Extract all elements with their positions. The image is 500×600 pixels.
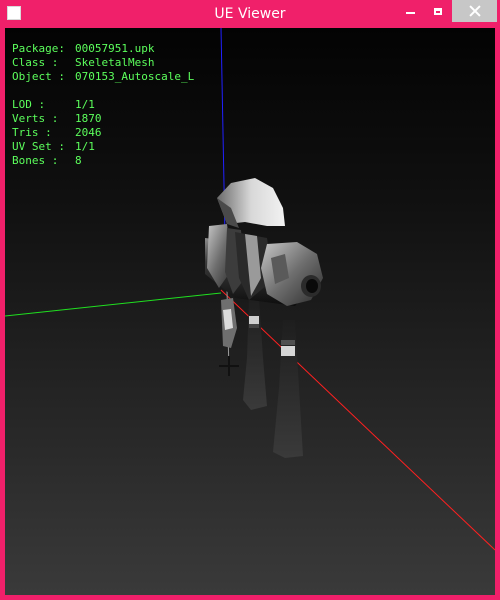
hanging-charm xyxy=(219,289,239,376)
minimize-button[interactable] xyxy=(396,0,424,22)
x-axis-line xyxy=(220,289,495,551)
close-button[interactable] xyxy=(452,0,497,22)
info-package-value: 00057951.upk xyxy=(75,42,155,55)
3d-viewport[interactable]: Package: 00057951.upk Class : SkeletalMe… xyxy=(5,28,495,595)
info-uvset-value: 1/1 xyxy=(75,140,95,153)
info-object-label: Object : xyxy=(12,70,65,83)
info-object-value: 070153_Autoscale_L xyxy=(75,70,195,83)
mesh-info-overlay: Package: 00057951.upk Class : SkeletalMe… xyxy=(12,42,195,167)
mesh-scene: Package: 00057951.upk Class : SkeletalMe… xyxy=(5,28,495,551)
maximize-icon xyxy=(434,7,442,15)
ue-viewer-window: UE Viewer Package: 00057951.upk Class: … xyxy=(0,0,500,600)
tassel-right xyxy=(273,320,303,458)
info-verts-label: Verts : xyxy=(12,112,58,125)
info-package-label: Package: xyxy=(12,42,65,55)
y-axis-line xyxy=(5,292,222,317)
info-lod-label: LOD : xyxy=(12,98,45,111)
maximize-button[interactable] xyxy=(424,0,452,22)
info-tris-label: Tris : xyxy=(12,126,52,139)
info-bones-value: 8 xyxy=(75,154,82,167)
info-tris-value: 2046 xyxy=(75,126,102,139)
info-bones-label: Bones : xyxy=(12,154,58,167)
cannon-barrel xyxy=(205,224,323,306)
fin-part xyxy=(217,178,285,228)
info-class-label: Class : xyxy=(12,56,58,69)
info-lod-value: 1/1 xyxy=(75,98,95,111)
info-verts-value: 1870 xyxy=(75,112,102,125)
info-uvset-label: UV Set : xyxy=(12,140,65,153)
info-class-value: SkeletalMesh xyxy=(75,56,154,69)
title-bar[interactable]: UE Viewer xyxy=(0,0,500,28)
close-icon xyxy=(469,5,481,17)
minimize-icon xyxy=(405,12,415,14)
